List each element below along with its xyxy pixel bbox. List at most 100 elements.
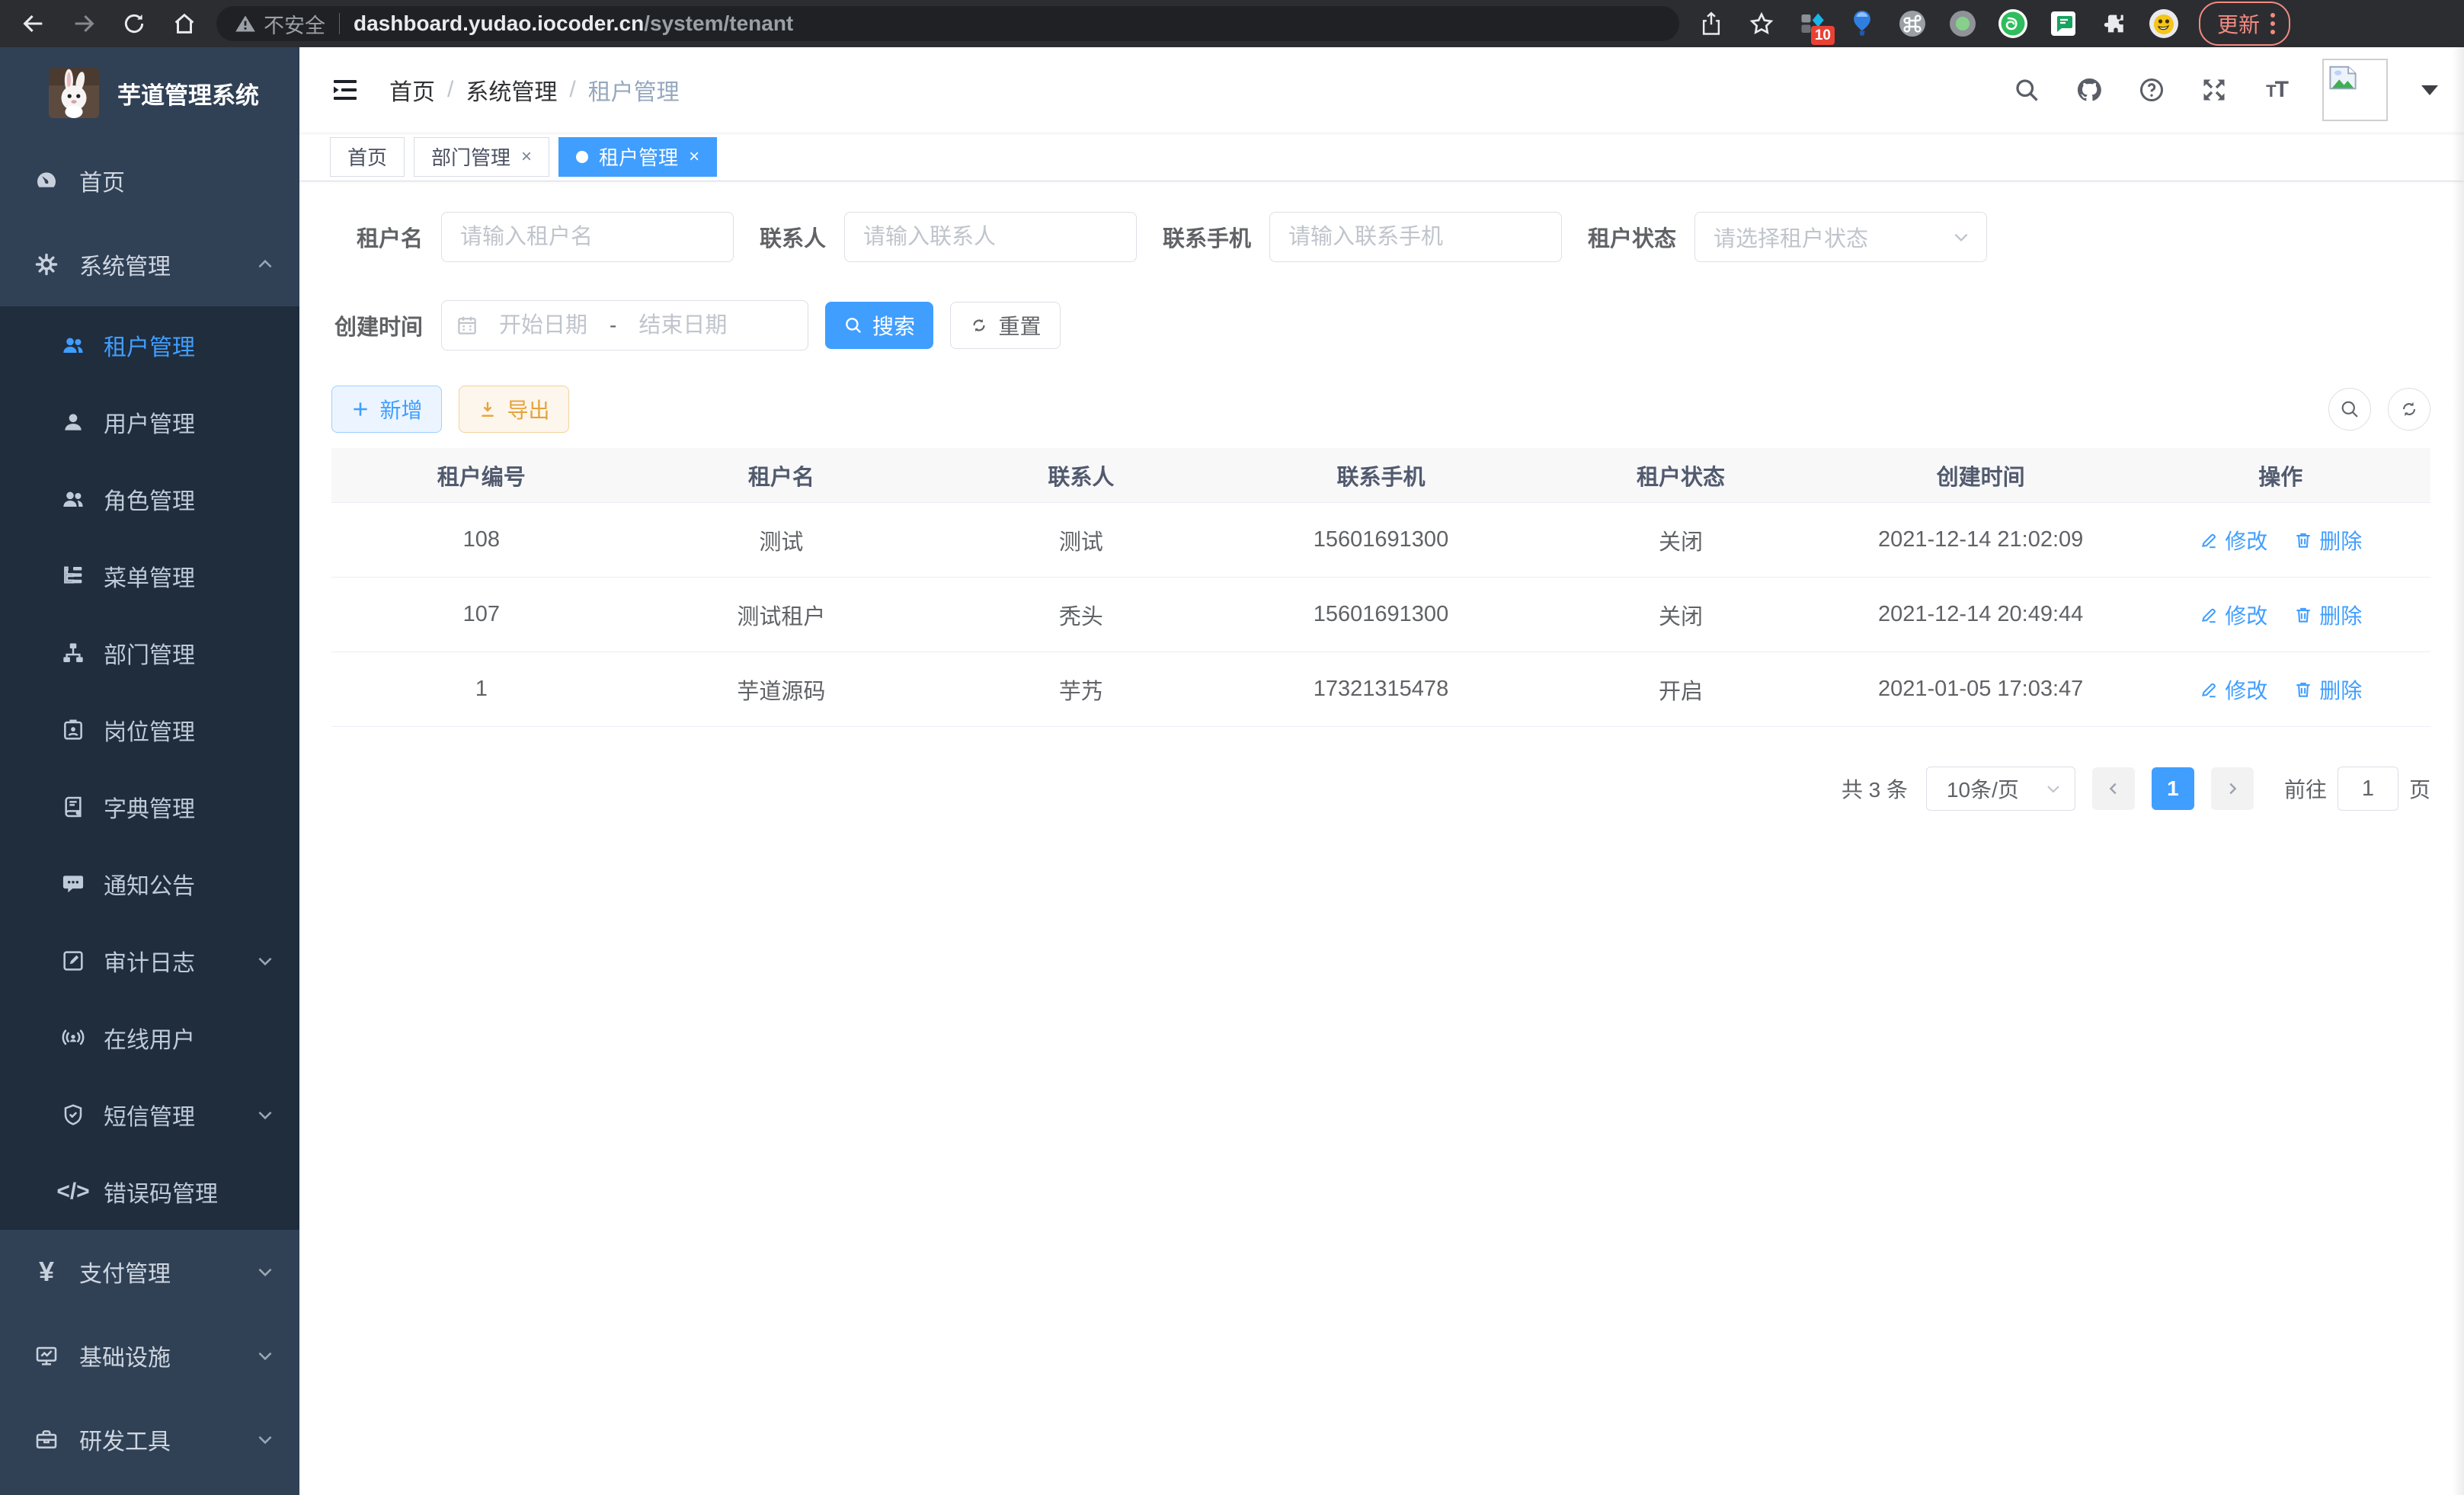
goto-page-input[interactable]: [2338, 776, 2398, 802]
tab-label: 首页: [347, 142, 387, 171]
close-icon[interactable]: ×: [689, 146, 699, 168]
github-link-button[interactable]: [2072, 73, 2106, 107]
add-button[interactable]: 新增: [331, 386, 442, 433]
extension-yuque-icon[interactable]: [1998, 8, 2028, 39]
prev-page-button[interactable]: [2092, 767, 2135, 810]
address-bar[interactable]: 不安全 dashboard.yudao.iocoder.cn/system/te…: [216, 6, 1679, 41]
sidebar-item-system[interactable]: 系统管理: [0, 222, 299, 306]
font-size-button[interactable]: TT: [2260, 73, 2293, 107]
id-badge-icon: [58, 718, 88, 742]
chevron-right-icon: [2224, 780, 2241, 797]
toolbar-row: 新增 导出: [331, 386, 2430, 433]
sidebar-item-pay[interactable]: ¥ 支付管理: [0, 1230, 299, 1314]
sidebar-item-notice[interactable]: 通知公告: [0, 845, 299, 922]
contact-input[interactable]: [845, 225, 1136, 250]
sidebar-collapse-button[interactable]: [328, 73, 362, 107]
sidebar-item-online-users[interactable]: 在线用户: [0, 999, 299, 1076]
sidebar-item-tenant[interactable]: 租户管理: [0, 306, 299, 383]
sidebar-item-role[interactable]: 角色管理: [0, 460, 299, 537]
extension-record-icon[interactable]: [1947, 8, 1978, 39]
sidebar-item-devtools[interactable]: 研发工具: [0, 1397, 299, 1481]
mobile-input[interactable]: [1270, 225, 1561, 250]
toggle-search-button[interactable]: [2328, 388, 2371, 431]
browser-home-button[interactable]: [165, 4, 204, 43]
browser-forward-button[interactable]: [64, 4, 104, 43]
edit-icon: [2199, 680, 2219, 699]
bookmark-button[interactable]: [1746, 8, 1777, 39]
export-button[interactable]: 导出: [459, 386, 569, 433]
browser-back-button[interactable]: [14, 4, 53, 43]
reset-button[interactable]: 重置: [950, 302, 1061, 349]
sidebar-logo[interactable]: 芋道管理系统: [0, 47, 299, 139]
breadcrumb: 首页 / 系统管理 / 租户管理: [389, 73, 680, 107]
edit-button[interactable]: 修改: [2199, 600, 2267, 630]
cell-contact: 芋艿: [931, 674, 1231, 706]
yen-icon: ¥: [30, 1258, 62, 1285]
date-range-picker[interactable]: -: [441, 300, 808, 351]
extension-chat-icon[interactable]: [2048, 8, 2078, 39]
sidebar-item-label: 研发工具: [79, 1423, 171, 1456]
edit-button[interactable]: 修改: [2199, 674, 2267, 705]
edit-label: 修改: [2225, 674, 2267, 705]
col-created-at: 创建时间: [1831, 459, 2131, 491]
header-search-button[interactable]: [2010, 73, 2043, 107]
browser-menu-icon[interactable]: [2270, 13, 2275, 34]
home-icon: [171, 11, 197, 37]
delete-button[interactable]: 删除: [2293, 674, 2362, 705]
extensions-puzzle-button[interactable]: [2098, 8, 2129, 39]
sidebar-item-dept[interactable]: 部门管理: [0, 614, 299, 691]
sidebar-item-errorcode[interactable]: </> 错误码管理: [0, 1153, 299, 1230]
sidebar-item-infra[interactable]: 基础设施: [0, 1314, 299, 1397]
extension-grid-icon[interactable]: 10: [1797, 8, 1827, 39]
page-number-1[interactable]: 1: [2152, 767, 2194, 810]
breadcrumb-system[interactable]: 系统管理: [466, 73, 557, 107]
help-button[interactable]: [2135, 73, 2168, 107]
browser-reload-button[interactable]: [114, 4, 154, 43]
edit-button[interactable]: 修改: [2199, 525, 2267, 555]
sidebar-item-home[interactable]: 首页: [0, 139, 299, 222]
sidebar-item-user[interactable]: 用户管理: [0, 383, 299, 460]
question-circle-icon: [2138, 76, 2165, 104]
date-start-input[interactable]: [478, 313, 608, 338]
browser-update-button[interactable]: 更新: [2199, 2, 2290, 46]
contact-label: 联系人: [760, 221, 826, 253]
sidebar-item-dict[interactable]: 字典管理: [0, 768, 299, 845]
profile-avatar-icon[interactable]: [2149, 8, 2179, 39]
tab-tenant[interactable]: 租户管理 ×: [558, 137, 717, 177]
chevron-down-icon: [255, 1105, 275, 1125]
tenant-name-input[interactable]: [442, 225, 733, 250]
search-button[interactable]: 搜索: [825, 302, 933, 349]
sidebar-item-label: 首页: [79, 164, 125, 197]
share-icon: [1700, 11, 1723, 36]
sidebar-item-sms[interactable]: 短信管理: [0, 1076, 299, 1153]
page-size-select[interactable]: 10条/页: [1926, 767, 2075, 811]
tab-home[interactable]: 首页: [330, 137, 405, 177]
share-button[interactable]: [1696, 8, 1726, 39]
user-avatar[interactable]: [2322, 59, 2388, 121]
extension-command-icon[interactable]: [1897, 8, 1928, 39]
sidebar-item-audit-log[interactable]: 审计日志: [0, 922, 299, 999]
sidebar-item-post[interactable]: 岗位管理: [0, 691, 299, 768]
pagination: 共 3 条 10条/页 1 前往 页: [331, 767, 2430, 811]
status-select[interactable]: 请选择租户状态: [1694, 212, 1987, 262]
delete-button[interactable]: 删除: [2293, 525, 2362, 555]
fullscreen-button[interactable]: [2197, 73, 2231, 107]
delete-button[interactable]: 删除: [2293, 600, 2362, 630]
puzzle-icon: [2101, 11, 2126, 37]
extension-balloon-icon[interactable]: [1847, 8, 1877, 39]
dashboard-icon: [30, 168, 62, 193]
sidebar-item-label: 系统管理: [79, 248, 171, 281]
user-menu-caret-icon[interactable]: [2421, 85, 2438, 95]
refresh-table-button[interactable]: [2388, 388, 2430, 431]
plus-icon: [350, 399, 370, 419]
date-end-input[interactable]: [618, 313, 747, 338]
code-icon: </>: [58, 1180, 88, 1203]
sidebar-item-menu[interactable]: 菜单管理: [0, 537, 299, 614]
tab-dept[interactable]: 部门管理 ×: [414, 137, 549, 177]
font-size-icon: TT: [2266, 77, 2287, 103]
breadcrumb-home[interactable]: 首页: [389, 73, 435, 107]
next-page-button[interactable]: [2211, 767, 2254, 810]
chevron-down-icon: [2044, 780, 2062, 798]
close-icon[interactable]: ×: [521, 146, 532, 168]
chat-bubble-icon: [58, 872, 88, 896]
